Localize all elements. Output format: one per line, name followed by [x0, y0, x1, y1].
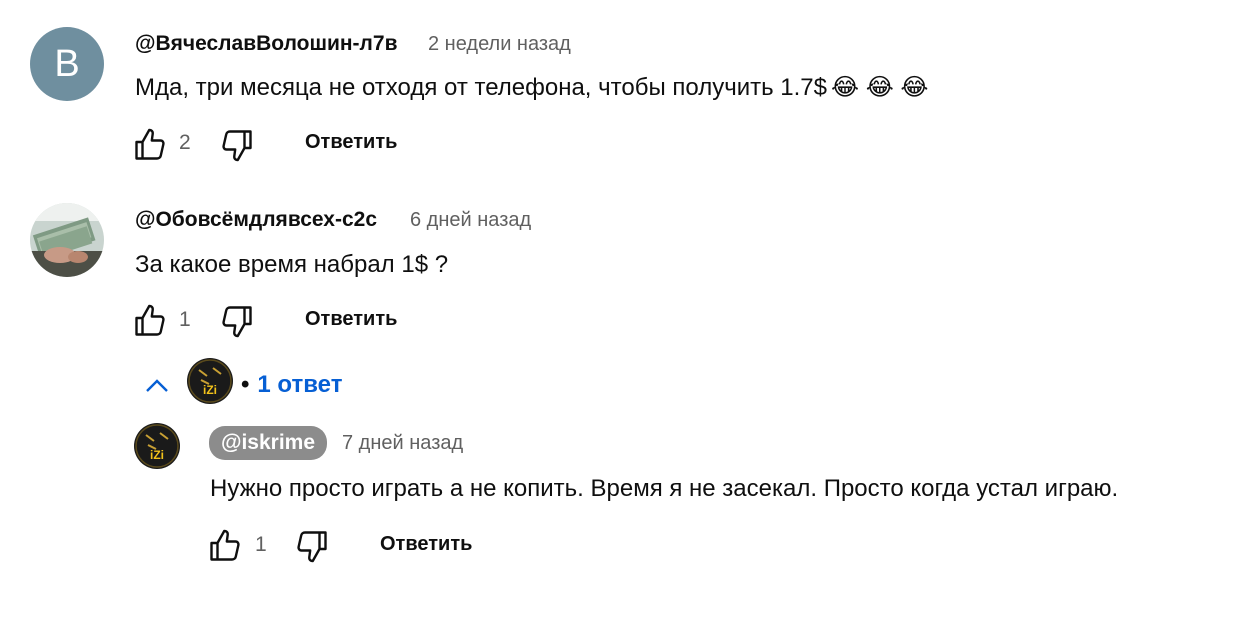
- replies-bullet: •: [241, 371, 250, 398]
- like-count: 1: [179, 308, 191, 331]
- comment-author[interactable]: @ВячеславВолошин-л7в: [135, 32, 397, 56]
- comment-author[interactable]: @Обовсёмдлявсех-с2с: [135, 208, 377, 232]
- thumb-down-icon[interactable]: [294, 528, 330, 569]
- reply-avatar-thumbnail: iZi: [187, 358, 233, 404]
- comment-text: Нужно просто играть а не копить. Время я…: [210, 475, 1119, 502]
- chevron-up-icon[interactable]: [143, 375, 171, 402]
- reply-button[interactable]: Ответить: [305, 131, 397, 154]
- thumb-down-icon[interactable]: [219, 127, 255, 168]
- comment-text: Мда, три месяца не отходя от телефона, ч…: [135, 73, 928, 102]
- avatar[interactable]: iZi: [134, 423, 180, 469]
- thumb-down-icon[interactable]: [219, 303, 255, 344]
- reply-button[interactable]: Ответить: [305, 308, 397, 331]
- thumb-up-icon[interactable]: [207, 528, 243, 569]
- avatar-logo-text: iZi: [150, 448, 164, 462]
- comment-timestamp[interactable]: 2 недели назад: [428, 33, 571, 56]
- avatar-letter: В: [54, 42, 80, 85]
- comment-body: Мда, три месяца не отходя от телефона, ч…: [135, 74, 827, 101]
- avatar[interactable]: [30, 203, 104, 277]
- emoji-laughing: 😂 😂 😂: [830, 74, 929, 101]
- avatar[interactable]: В: [30, 27, 104, 101]
- reply-button[interactable]: Ответить: [380, 533, 472, 556]
- like-count: 2: [179, 131, 191, 154]
- comment-timestamp[interactable]: 6 дней назад: [410, 209, 531, 232]
- author-chip[interactable]: @iskrime: [209, 426, 328, 460]
- replies-count: 1 ответ: [257, 371, 343, 398]
- thumb-up-icon[interactable]: [132, 127, 168, 168]
- comment-text: За какое время набрал 1$ ?: [135, 251, 449, 278]
- replies-toggle[interactable]: • 1 ответ: [241, 371, 342, 399]
- thumb-up-icon[interactable]: [132, 303, 168, 344]
- comment-timestamp[interactable]: 7 дней назад: [342, 432, 463, 455]
- svg-text:iZi: iZi: [203, 383, 217, 397]
- like-count: 1: [255, 533, 267, 556]
